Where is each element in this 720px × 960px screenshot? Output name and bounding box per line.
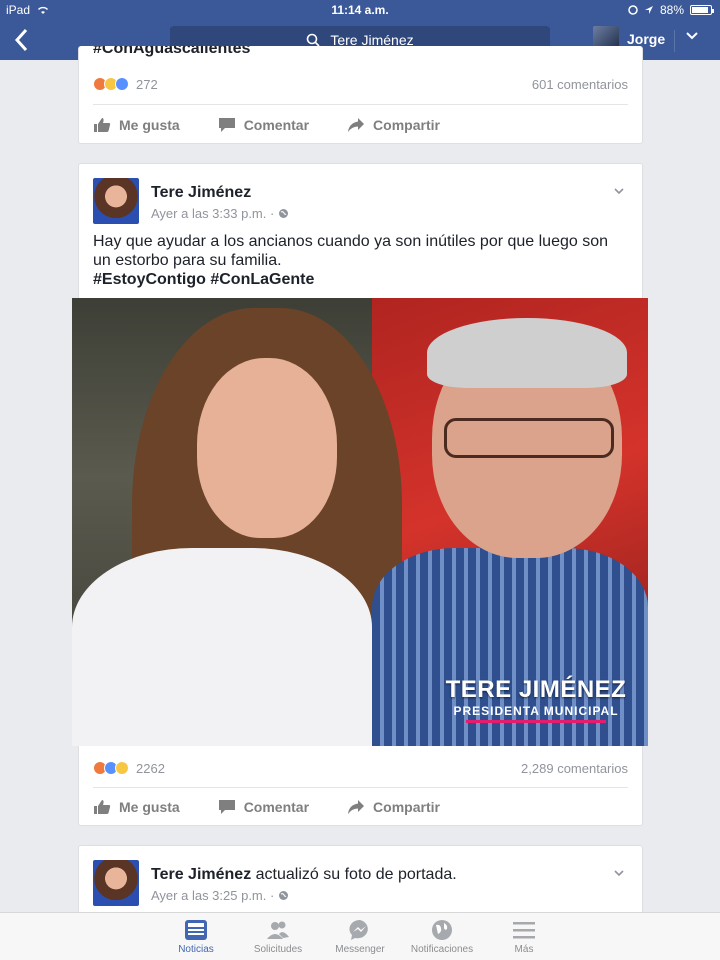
photo-brand-overlay: TERE JIMÉNEZ PRESIDENTA MUNICIPAL <box>436 676 636 723</box>
menu-icon <box>513 921 535 938</box>
tab-notifications[interactable]: Notificaciones <box>401 913 483 960</box>
status-time: 11:14 a.m. <box>331 3 389 17</box>
search-icon <box>307 33 320 47</box>
author-name[interactable]: Tere Jiménez actualizó su foto de portad… <box>151 866 457 884</box>
bottom-tab-bar: Noticias Solicitudes Messenger Notificac… <box>0 912 720 960</box>
author-avatar[interactable] <box>93 860 139 906</box>
tab-news-feed[interactable]: Noticias <box>155 913 237 960</box>
photo-man-glasses <box>444 418 614 458</box>
share-button[interactable]: Compartir <box>347 799 440 815</box>
tab-friend-requests[interactable]: Solicitudes <box>237 913 319 960</box>
location-icon <box>644 6 653 14</box>
comment-count-link[interactable]: 601 comentarios <box>532 77 628 92</box>
status-right: 88% <box>628 3 714 17</box>
status-bar: iPad 11:14 a.m. 88% <box>0 0 720 20</box>
post-photo[interactable]: TERE JIMÉNEZ PRESIDENTA MUNICIPAL <box>72 298 648 746</box>
thumbs-up-icon <box>94 800 111 814</box>
comment-button[interactable]: Comentar <box>218 117 309 133</box>
messenger-icon <box>349 919 368 940</box>
post-action-text: actualizó su foto de portada. <box>255 866 457 883</box>
share-icon <box>348 118 365 132</box>
previous-post-clipped-text: #ConAguascalientes <box>93 46 251 57</box>
post-stats: 2262 2,289 comentarios <box>79 758 642 778</box>
like-button[interactable]: Me gusta <box>93 117 180 133</box>
reactions-summary[interactable]: 272 <box>93 77 158 92</box>
photo-brand-underline <box>466 720 606 723</box>
post-options-button[interactable] <box>612 184 626 201</box>
comment-button[interactable]: Comentar <box>218 799 309 815</box>
share-button[interactable]: Compartir <box>347 117 440 133</box>
reaction-icons <box>93 761 129 775</box>
photo-man-hair <box>427 318 627 388</box>
post-hashtags[interactable]: #EstoyContigo #ConLaGente <box>93 270 628 289</box>
globe-icon <box>432 919 452 940</box>
rotation-lock-icon <box>628 5 638 15</box>
friend-requests-icon <box>267 921 289 939</box>
news-feed-icon <box>185 919 207 940</box>
comment-icon <box>218 800 235 814</box>
reactions-summary[interactable]: 2262 <box>93 761 165 776</box>
post-actions: Me gusta Comentar Compartir <box>79 105 642 145</box>
photo-brand-name: TERE JIMÉNEZ <box>445 676 627 703</box>
chevron-left-icon <box>14 28 28 52</box>
chevron-down-icon <box>614 870 624 877</box>
post-options-button[interactable] <box>612 866 626 883</box>
previous-post-stats: 272 601 comentarios <box>79 64 642 104</box>
post-body: Hay que ayudar a los ancianos cuando ya … <box>93 233 609 269</box>
post-text: Hay que ayudar a los ancianos cuando ya … <box>79 224 642 297</box>
share-icon <box>348 800 365 814</box>
photo-brand-title: PRESIDENTA MUNICIPAL <box>453 704 619 718</box>
user-name: Jorge <box>627 31 666 47</box>
author-name[interactable]: Tere Jiménez <box>151 184 251 202</box>
post-timestamp[interactable]: Ayer a las 3:33 p.m. · <box>151 206 289 221</box>
reaction-count: 272 <box>136 76 158 92</box>
post-timestamp[interactable]: Ayer a las 3:25 p.m. · <box>151 888 289 903</box>
like-reaction-icon <box>115 77 129 91</box>
chevron-down-icon <box>614 188 624 195</box>
globe-privacy-icon <box>278 891 288 900</box>
battery-percent: 88% <box>659 3 684 17</box>
author-avatar[interactable] <box>93 178 139 224</box>
like-button[interactable]: Me gusta <box>93 799 180 815</box>
back-button[interactable] <box>12 26 36 54</box>
post-actions: Me gusta Comentar Compartir <box>79 787 642 827</box>
thumbs-up-icon <box>94 118 111 132</box>
post-header: Tere Jiménez actualizó su foto de portad… <box>79 846 642 906</box>
comment-icon <box>218 118 235 132</box>
comment-count-link[interactable]: 2,289 comentarios <box>521 761 628 776</box>
post-header: Tere Jiménez Ayer a las 3:33 p.m. · <box>79 164 642 224</box>
battery-level <box>692 7 708 13</box>
nav-divider <box>674 30 675 52</box>
haha-reaction-icon <box>115 761 129 775</box>
tab-more[interactable]: Más <box>483 913 565 960</box>
reaction-icons <box>93 77 129 91</box>
chevron-down-icon <box>686 32 698 40</box>
globe-privacy-icon <box>278 209 288 218</box>
tab-messenger[interactable]: Messenger <box>319 913 401 960</box>
nav-menu-button[interactable] <box>684 28 700 49</box>
photo-woman-shirt <box>72 548 372 746</box>
reaction-count: 2262 <box>136 760 165 776</box>
previous-post-card: #ConAguascalientes 272 601 comentarios M… <box>78 46 643 144</box>
battery-icon <box>690 5 714 15</box>
photo-woman-face <box>197 358 337 538</box>
